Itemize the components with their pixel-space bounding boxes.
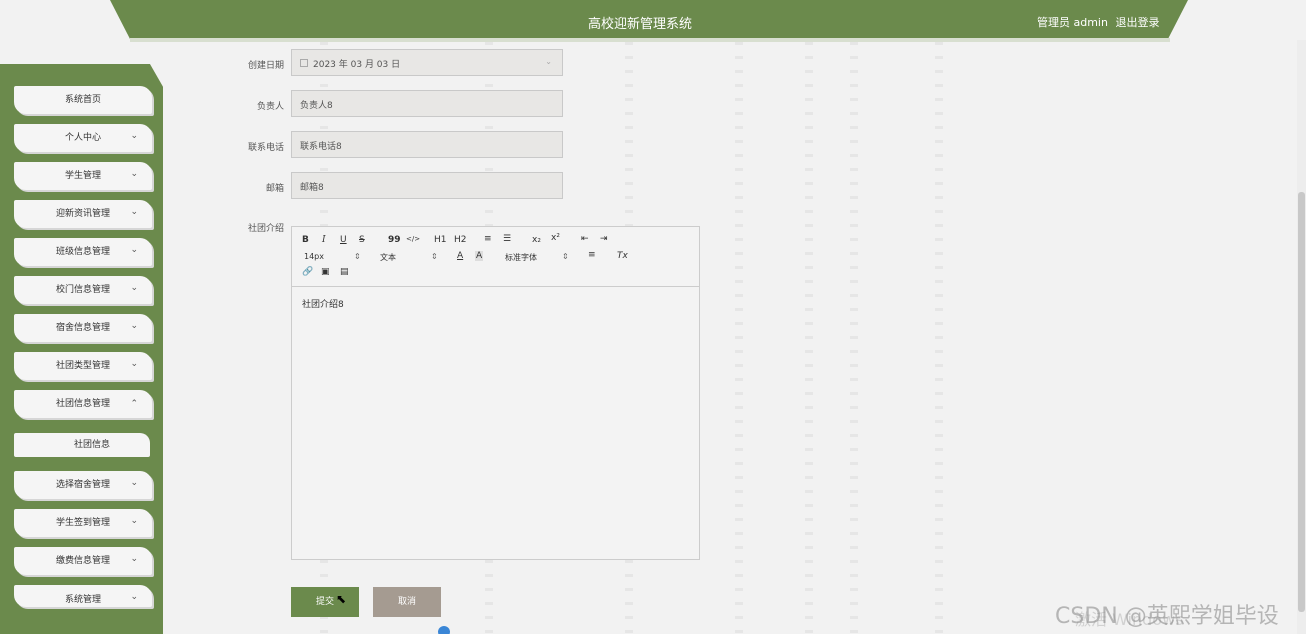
- bold-icon[interactable]: B: [302, 235, 309, 245]
- chevron-down-icon: ⌄: [130, 516, 138, 526]
- mouse-cursor-icon: ⬉: [336, 592, 347, 606]
- email-value: 邮箱8: [300, 183, 324, 193]
- link-icon[interactable]: 🔗: [302, 267, 313, 277]
- heading1-icon[interactable]: H1: [434, 235, 447, 245]
- editor-toolbar: B I U S 99 </> H1 H2 ≡ ☰ x₂ x² ⇤ ⇥ 14px …: [292, 227, 699, 287]
- sidebar-subitem-label: 社团信息: [73, 440, 110, 450]
- email-label: 邮箱: [265, 184, 284, 194]
- sidebar-item-news[interactable]: 迎新资讯管理 ⌄: [14, 200, 152, 228]
- sidebar-item-class[interactable]: 班级信息管理 ⌄: [14, 238, 152, 266]
- chevron-down-icon: ⌄: [130, 283, 138, 293]
- phone-value: 联系电话8: [300, 142, 342, 152]
- background-decoration: [735, 0, 743, 634]
- outdent-icon[interactable]: ⇤: [581, 234, 589, 244]
- cancel-button[interactable]: 取消: [373, 587, 441, 617]
- created-date-field[interactable]: 2023 年 03 月 03 日 ⌄: [291, 49, 563, 76]
- sidebar-item-checkin[interactable]: 学生签到管理 ⌄: [14, 509, 152, 537]
- owner-label: 负责人: [256, 102, 284, 112]
- submit-button[interactable]: 提交: [291, 587, 359, 617]
- image-icon[interactable]: ▣: [321, 267, 330, 277]
- sidebar-item-system[interactable]: 系统管理 ⌄: [14, 585, 152, 607]
- sidebar-item-payment[interactable]: 缴费信息管理 ⌄: [14, 547, 152, 575]
- subscript-icon[interactable]: x₂: [532, 235, 541, 245]
- phone-field[interactable]: 联系电话8: [291, 131, 563, 158]
- font-family-select[interactable]: 标准字体: [505, 252, 537, 263]
- chevron-down-icon: ⌄: [130, 478, 138, 488]
- text-type-select[interactable]: 文本: [380, 252, 396, 263]
- sidebar-item-home[interactable]: 系统首页: [14, 86, 152, 114]
- header-shadow: [130, 38, 1170, 42]
- sidebar-item-club-info[interactable]: 社团信息管理 ⌃: [14, 390, 152, 418]
- indent-icon[interactable]: ⇥: [600, 234, 608, 244]
- editor-content[interactable]: 社团介绍8: [302, 297, 344, 310]
- app-title: 高校迎新管理系统: [587, 17, 692, 32]
- background-decoration: [805, 0, 813, 634]
- chevron-down-icon: ⌄: [130, 169, 138, 179]
- chevron-down-icon: ⌄: [130, 554, 138, 564]
- phone-label: 联系电话: [247, 143, 284, 153]
- sidebar-item-dorm-select[interactable]: 选择宿舍管理 ⌄: [14, 471, 152, 499]
- background-decoration: [850, 0, 858, 634]
- quote-icon[interactable]: 99: [388, 235, 401, 245]
- font-color-icon[interactable]: A: [457, 251, 463, 261]
- code-icon[interactable]: </>: [406, 235, 420, 243]
- calendar-icon: [300, 59, 308, 67]
- italic-icon[interactable]: I: [322, 235, 326, 245]
- underline-icon[interactable]: U: [340, 235, 347, 245]
- background-decoration: [935, 0, 943, 634]
- sidebar-item-students[interactable]: 学生管理 ⌄: [14, 162, 152, 190]
- rich-text-editor[interactable]: B I U S 99 </> H1 H2 ≡ ☰ x₂ x² ⇤ ⇥ 14px …: [291, 226, 700, 560]
- sidebar-item-club-type[interactable]: 社团类型管理 ⌄: [14, 352, 152, 380]
- owner-field[interactable]: 负责人8: [291, 90, 563, 117]
- font-size-select[interactable]: 14px: [304, 252, 324, 261]
- clear-format-icon[interactable]: Tx: [617, 251, 628, 261]
- sidebar-item-profile[interactable]: 个人中心 ⌄: [14, 124, 152, 152]
- logout-link[interactable]: 退出登录: [1115, 16, 1159, 29]
- intro-label: 社团介绍: [247, 224, 284, 234]
- scrollbar-thumb[interactable]: [1298, 192, 1305, 612]
- background-color-icon[interactable]: A: [475, 251, 484, 261]
- chevron-down-icon: ⌄: [130, 207, 138, 217]
- bullet-list-icon[interactable]: ☰: [503, 234, 511, 244]
- chevron-down-icon: ⌄: [130, 321, 138, 331]
- select-arrows-icon: ⇕: [431, 252, 438, 261]
- superscript-icon[interactable]: x²: [551, 233, 560, 243]
- sidebar-subitem-club-info[interactable]: 社团信息: [14, 433, 150, 457]
- owner-value: 负责人8: [300, 101, 333, 111]
- sidebar-item-gate[interactable]: 校门信息管理 ⌄: [14, 276, 152, 304]
- chevron-down-icon: ⌄: [130, 359, 138, 369]
- email-field[interactable]: 邮箱8: [291, 172, 563, 199]
- select-arrows-icon: ⇕: [354, 252, 361, 261]
- created-date-label: 创建日期: [247, 61, 284, 71]
- chevron-down-icon: ⌄: [130, 592, 138, 602]
- scroll-indicator: [438, 626, 450, 634]
- ordered-list-icon[interactable]: ≡: [484, 234, 492, 244]
- sidebar-item-dorm[interactable]: 宿舍信息管理 ⌄: [14, 314, 152, 342]
- created-date-value: 2023 年 03 月 03 日: [313, 60, 401, 70]
- user-label: 管理员 admin: [1037, 16, 1108, 29]
- chevron-down-icon: ⌄: [130, 245, 138, 255]
- csdn-watermark: CSDN @英熙学姐毕设: [1055, 604, 1279, 629]
- user-area: 管理员 admin 退出登录: [1037, 14, 1163, 30]
- strikethrough-icon[interactable]: S: [359, 235, 365, 245]
- select-arrows-icon: ⇕: [562, 252, 569, 261]
- align-icon[interactable]: ≡: [588, 250, 596, 260]
- sidebar-item-label: 系统首页: [64, 95, 101, 105]
- video-icon[interactable]: ▤: [340, 267, 349, 277]
- chevron-down-icon: ⌄: [130, 131, 138, 141]
- chevron-up-icon: ⌃: [130, 399, 138, 409]
- chevron-down-icon: ⌄: [545, 57, 552, 66]
- heading2-icon[interactable]: H2: [454, 235, 467, 245]
